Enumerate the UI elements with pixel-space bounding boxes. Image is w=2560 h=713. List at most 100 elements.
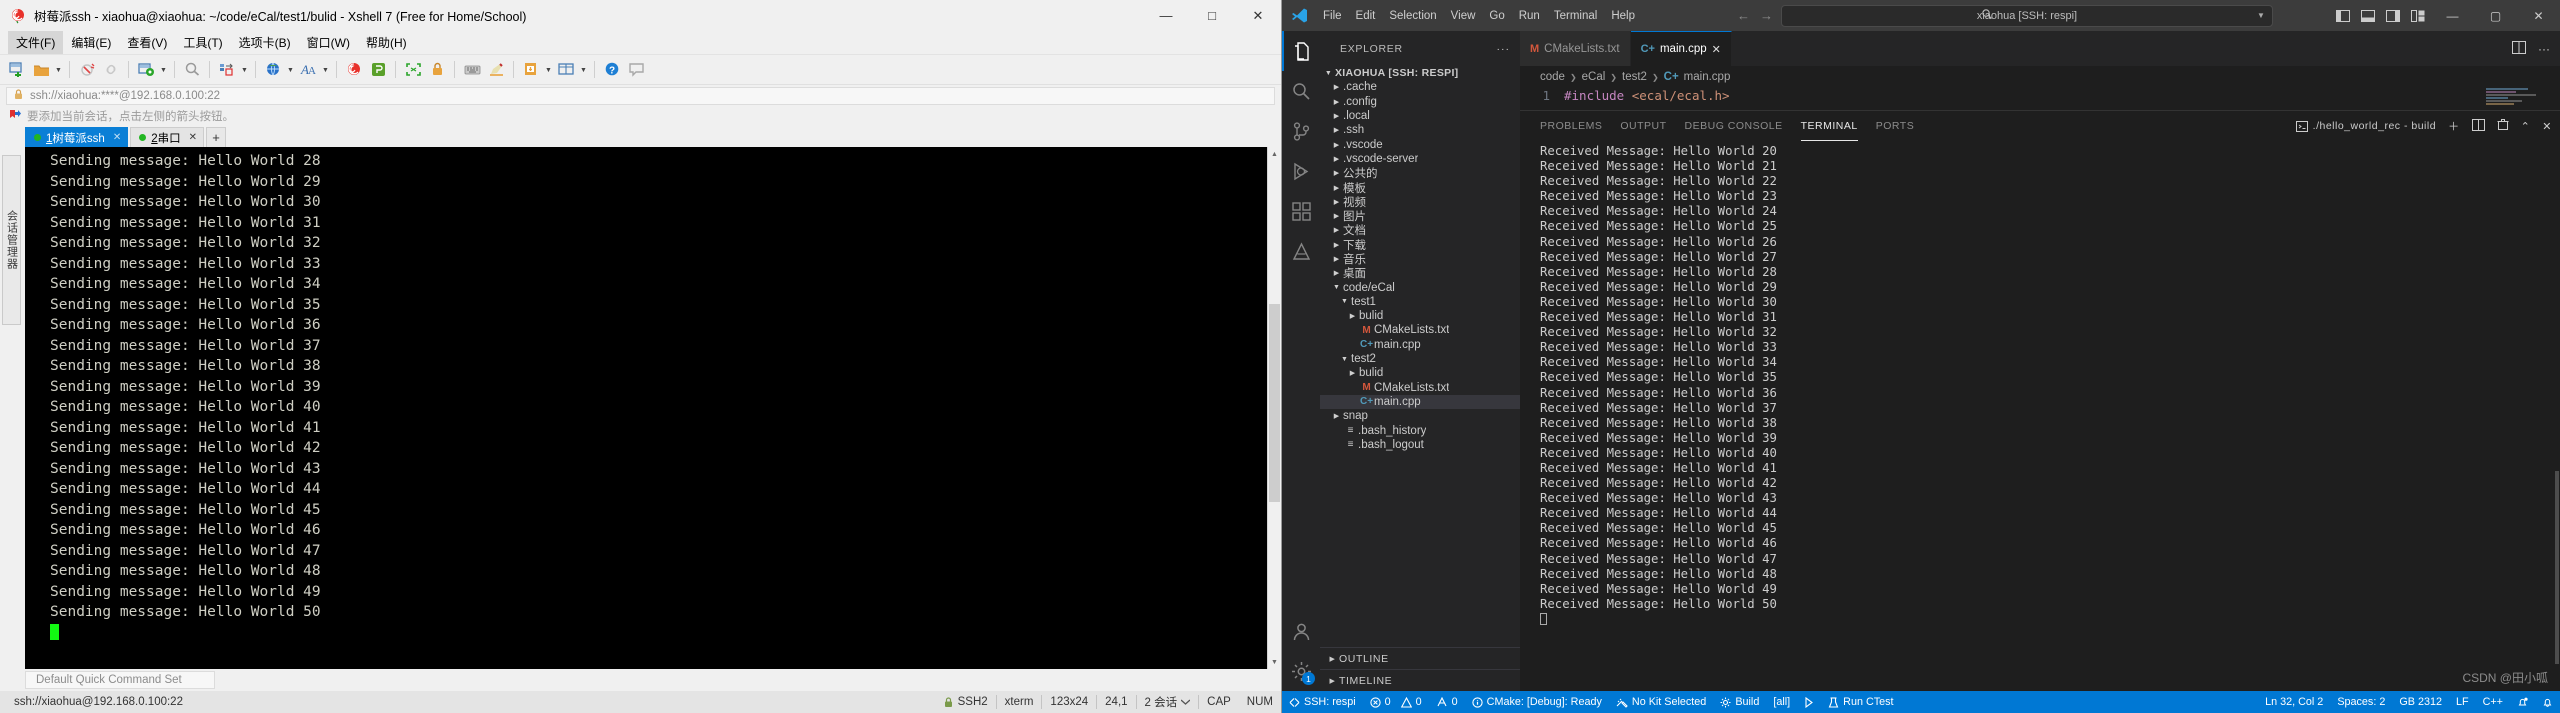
tab-output[interactable]: OUTPUT <box>1620 111 1666 141</box>
activity-search[interactable] <box>1282 71 1320 111</box>
open-folder-icon[interactable] <box>30 59 52 81</box>
panel-left-icon[interactable] <box>2335 9 2350 22</box>
kill-terminal-icon[interactable] <box>2497 118 2509 134</box>
xshell-terminal-scrollbar[interactable]: ▲ ▼ <box>1267 147 1281 669</box>
tree-item[interactable]: ▶ .cache <box>1320 80 1520 94</box>
status-indentation[interactable]: Spaces: 2 <box>2330 691 2392 713</box>
terminal-selector[interactable]: ./hello_world_rec - build <box>2295 120 2436 132</box>
fullscreen-icon[interactable] <box>402 59 424 81</box>
tree-item[interactable]: ▶ 图片 <box>1320 209 1520 223</box>
timeline-section[interactable]: ▶ TIMELINE <box>1320 669 1520 691</box>
scrollbar-thumb[interactable] <box>2555 471 2559 664</box>
layout-icon[interactable] <box>555 59 577 81</box>
editor-code-area[interactable]: 1 #include <ecal/ecal.h> <box>1520 88 2560 110</box>
chevron-down-icon[interactable]: ▼ <box>2257 11 2265 20</box>
file-transfer-icon[interactable] <box>216 59 238 81</box>
close-panel-icon[interactable]: ✕ <box>2542 120 2552 133</box>
status-ctest[interactable]: Run CTest <box>1821 691 1900 713</box>
status-launch[interactable] <box>1797 691 1821 713</box>
menu-terminal[interactable]: Terminal <box>1547 7 1604 25</box>
open-folder-dropdown-icon[interactable]: ▼ <box>54 59 63 81</box>
tab-ports[interactable]: PORTS <box>1876 111 1914 141</box>
tree-item-selected[interactable]: C+ main.cpp <box>1320 394 1520 410</box>
highlight-icon[interactable] <box>485 59 507 81</box>
keyboard-icon[interactable] <box>461 59 483 81</box>
status-cmake[interactable]: CMake: [Debug]: Ready <box>1465 691 1609 713</box>
font-icon[interactable]: AA <box>297 59 319 81</box>
outline-section[interactable]: ▶ OUTLINE <box>1320 647 1520 669</box>
session-tab-2[interactable]: 2串口 ✕ <box>130 127 204 147</box>
tree-item[interactable]: ▶ 公共的 <box>1320 166 1520 180</box>
address-input[interactable]: ssh://xiaohua:****@192.168.0.100:22 <box>6 87 1275 105</box>
globe-icon[interactable] <box>262 59 284 81</box>
ellipsis-icon[interactable]: ··· <box>1497 43 1511 55</box>
session-tab-2-close-icon[interactable]: ✕ <box>189 132 197 143</box>
activity-settings[interactable]: 1 <box>1282 651 1320 691</box>
tree-item[interactable]: ▶ .ssh <box>1320 123 1520 137</box>
menu-help[interactable]: Help <box>1604 7 1642 25</box>
menu-edit[interactable]: Edit <box>1349 7 1383 25</box>
status-ports[interactable]: 0 <box>1429 691 1465 713</box>
new-session-icon[interactable] <box>6 59 28 81</box>
activity-run-debug[interactable] <box>1282 151 1320 191</box>
editor-tab-close-icon[interactable]: ✕ <box>1712 43 1721 56</box>
lock-toolbar-icon[interactable] <box>426 59 448 81</box>
status-kit[interactable]: No Kit Selected <box>1609 691 1713 713</box>
tree-item[interactable]: M CMakeLists.txt <box>1320 323 1520 337</box>
activity-cmake[interactable] <box>1282 231 1320 271</box>
breadcrumb-item-1[interactable]: eCal <box>1582 71 1606 83</box>
tree-item[interactable]: ▶ 下载 <box>1320 238 1520 252</box>
tree-item[interactable]: ▶ 桌面 <box>1320 266 1520 280</box>
split-editor-icon[interactable] <box>2512 40 2526 57</box>
tree-item[interactable]: ▶ 视频 <box>1320 195 1520 209</box>
status-eol[interactable]: LF <box>2449 691 2476 713</box>
status-language-mode[interactable]: C++ <box>2476 691 2510 713</box>
menu-file[interactable]: 文件(F) <box>8 31 64 54</box>
split-terminal-icon[interactable] <box>2471 118 2485 134</box>
find-icon[interactable] <box>181 59 203 81</box>
activity-source-control[interactable] <box>1282 111 1320 151</box>
tree-item[interactable]: ▶ 文档 <box>1320 223 1520 237</box>
tree-item[interactable]: ▶ 模板 <box>1320 180 1520 195</box>
xshell-terminal[interactable]: Sending message: Hello World 28 Sending m… <box>25 147 1267 669</box>
editor-tab-maincpp[interactable]: C+ main.cpp ✕ <box>1630 31 1732 66</box>
close-button[interactable]: ✕ <box>2517 0 2560 31</box>
session-tab-1[interactable]: 1树莓派ssh ✕ <box>25 127 129 147</box>
minimize-button[interactable]: — <box>2431 0 2474 31</box>
tree-item[interactable]: ≡ .bash_history <box>1320 423 1520 437</box>
scroll-down-icon[interactable]: ▼ <box>1268 655 1281 669</box>
log-icon[interactable] <box>520 59 542 81</box>
menu-tools[interactable]: 工具(T) <box>175 31 230 54</box>
explorer-tree[interactable]: ▼ XIAOHUA [SSH: RESPI] ▶ .cache ▶ .config ▶ .lo… <box>1320 66 1520 647</box>
panel-right-icon[interactable] <box>2385 9 2400 22</box>
tree-item[interactable]: C+ main.cpp <box>1320 338 1520 352</box>
close-button[interactable]: ✕ <box>1235 0 1281 31</box>
bookmark-arrow-icon[interactable] <box>10 109 21 123</box>
status-encoding[interactable]: GB 2312 <box>2392 691 2449 713</box>
help-icon[interactable]: ? <box>601 59 623 81</box>
vscode-terminal[interactable]: Received Message: Hello World 20 Received… <box>1520 141 2560 691</box>
breadcrumb-item-3[interactable]: main.cpp <box>1684 71 1731 83</box>
layout-dropdown-icon[interactable]: ▼ <box>579 59 588 81</box>
terminal-scrollbar[interactable] <box>2550 141 2560 691</box>
menu-window[interactable]: 窗口(W) <box>299 31 358 54</box>
tree-item[interactable]: ▼ XIAOHUA [SSH: RESPI] <box>1320 66 1520 80</box>
tree-item[interactable]: ▼ code/eCal <box>1320 280 1520 294</box>
menu-go[interactable]: Go <box>1482 7 1511 25</box>
comment-icon[interactable] <box>625 59 647 81</box>
tab-terminal[interactable]: TERMINAL <box>1800 111 1858 141</box>
arrow-left-icon[interactable]: ← <box>1737 8 1750 23</box>
breadcrumb-item-2[interactable]: test2 <box>1622 71 1647 83</box>
tree-item[interactable]: M CMakeLists.txt <box>1320 381 1520 395</box>
activity-extensions[interactable] <box>1282 191 1320 231</box>
menu-run[interactable]: Run <box>1512 7 1547 25</box>
editor-tab-cmakelists[interactable]: M CMakeLists.txt <box>1520 31 1631 66</box>
font-dropdown-icon[interactable]: ▼ <box>321 59 330 81</box>
chevron-up-icon[interactable]: ⌃ <box>2521 120 2531 133</box>
globe-dropdown-icon[interactable]: ▼ <box>286 59 295 81</box>
menu-help[interactable]: 帮助(H) <box>358 31 415 54</box>
disconnect-icon[interactable] <box>76 59 98 81</box>
menu-view[interactable]: 查看(V) <box>119 31 175 54</box>
status-feedback[interactable] <box>2510 691 2535 713</box>
xftp-green-icon[interactable] <box>367 59 389 81</box>
